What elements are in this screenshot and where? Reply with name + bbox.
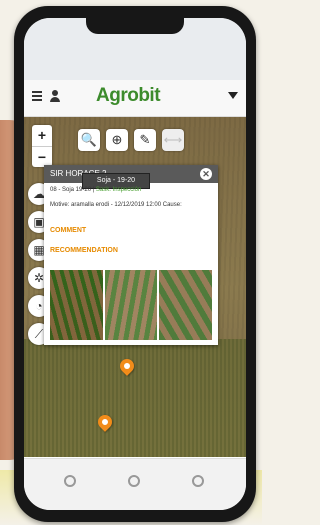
chevron-down-icon[interactable]: [228, 92, 238, 99]
field-area: [24, 339, 246, 457]
user-icon[interactable]: [50, 90, 60, 102]
map-toolbar: 🔍 ⊕ ✎ ⟷: [78, 129, 184, 151]
pencil-icon[interactable]: ✎: [134, 129, 156, 151]
back-icon[interactable]: [192, 475, 204, 487]
app-logo: Agrobit: [96, 85, 161, 106]
status-text: Sask. Inspección: [95, 187, 142, 193]
recent-apps-icon[interactable]: [64, 475, 76, 487]
ruler-icon[interactable]: ⟷: [162, 129, 184, 151]
recommendation-label: RECOMMENDATION: [50, 247, 118, 254]
zoom-in-button[interactable]: +: [32, 125, 52, 147]
zoom-control: + −: [32, 125, 52, 167]
search-icon[interactable]: 🔍: [78, 129, 100, 151]
comment-label: COMMENT: [50, 227, 87, 234]
popup-summary: 08 - Soja 19-20 | Sask. Inspección: [50, 187, 141, 193]
phone-frame: Agrobit + − 🔍 ⊕ ✎ ⟷ ☁ ▣ ▦ ✲ ◔ ⟋ SIR HORA…: [14, 6, 256, 522]
menu-icon[interactable]: [32, 91, 42, 101]
crop-photo[interactable]: [50, 270, 103, 340]
inspection-popup: SIR HORACE 2 ✕ Soja - 19-20 08 - Soja 19…: [44, 165, 218, 345]
photo-gallery: [50, 270, 213, 340]
system-nav-bar: [24, 458, 246, 510]
map-view[interactable]: + − 🔍 ⊕ ✎ ⟷ ☁ ▣ ▦ ✲ ◔ ⟋ SIR HORACE 2 ✕ S…: [24, 117, 246, 457]
popup-details: Motive: aramalla erodi - 12/12/2019 12:0…: [50, 202, 182, 208]
crop-photo[interactable]: [159, 270, 213, 340]
close-icon[interactable]: ✕: [200, 168, 212, 180]
app-header: Agrobit: [24, 80, 246, 117]
notch: [86, 18, 184, 34]
crop-photo[interactable]: [104, 270, 158, 340]
screen: Agrobit + − 🔍 ⊕ ✎ ⟷ ☁ ▣ ▦ ✲ ◔ ⟋ SIR HORA…: [24, 18, 246, 510]
add-icon[interactable]: ⊕: [106, 129, 128, 151]
home-icon[interactable]: [128, 475, 140, 487]
popup-summary-text: 08 - Soja 19-20 |: [50, 187, 96, 193]
